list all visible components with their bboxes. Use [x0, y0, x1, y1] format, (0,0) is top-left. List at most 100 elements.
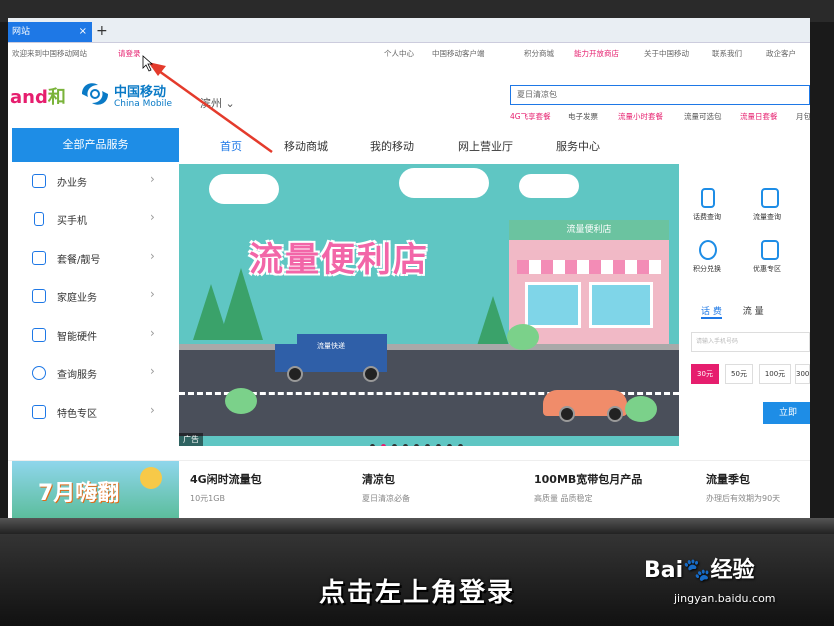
recharge-button[interactable]: 立即 — [763, 402, 810, 424]
store-window — [525, 282, 581, 328]
amount-option[interactable]: 50元 — [725, 364, 753, 384]
laptop-hinge — [0, 518, 834, 534]
sidebar-item[interactable]: 特色专区 › — [12, 395, 179, 433]
sidebar-item-label: 买手机 — [57, 216, 87, 227]
browser-tab-title: 网站 — [12, 27, 31, 37]
nav-mall[interactable]: 移动商城 — [284, 138, 328, 154]
top-utility-nav: 欢迎来到中国移动网站 请登录 个人中心 中国移动客户端 积分商城 能力开放商店 … — [8, 43, 810, 63]
city-selector[interactable]: 滨州 ⌄ — [200, 95, 235, 111]
promo-banner[interactable]: 流量便利店 流量便利店 流量快递 广告 — [179, 164, 679, 446]
nav-service-center[interactable]: 服务中心 — [556, 138, 600, 154]
login-link[interactable]: 请登录 — [118, 48, 141, 59]
points-mall-link[interactable]: 积分商城 — [524, 48, 554, 59]
logo-text-cn: 中国移动 — [114, 85, 167, 100]
product-title[interactable]: 流量季包 — [706, 471, 750, 487]
phone-number-input[interactable]: 请输入手机号码 — [691, 332, 810, 352]
cloud-decoration — [519, 174, 579, 198]
browser-screen: 网站 × + 欢迎来到中国移动网站 请登录 个人中心 中国移动客户端 积分商城 … — [8, 18, 810, 518]
sidebar-item-label: 查询服务 — [57, 370, 97, 381]
carousel-dot[interactable] — [425, 444, 430, 446]
product-subtitle: 高质量 品质稳定 — [534, 494, 593, 503]
all-products-button[interactable]: 全部产品服务 — [12, 128, 179, 162]
chevron-right-icon: › — [150, 287, 155, 301]
tab-bill[interactable]: 话 费 — [701, 307, 722, 319]
carousel-dot[interactable] — [381, 444, 386, 446]
browser-tab-bar: 网站 × + — [8, 18, 810, 43]
wheel — [287, 366, 303, 382]
quick-item-label[interactable]: 优惠专区 — [753, 264, 781, 274]
and-logo[interactable]: and和 — [10, 83, 66, 109]
carousel-dot[interactable] — [436, 444, 441, 446]
gov-link[interactable]: 政企客户 — [766, 48, 796, 59]
carousel-dot[interactable] — [458, 444, 463, 446]
sidebar-item[interactable]: 查询服务 › — [12, 356, 179, 394]
briefcase-icon — [32, 174, 46, 188]
baidu-watermark-url: jingyan.baidu.com — [674, 592, 776, 605]
nav-online-hall[interactable]: 网上营业厅 — [458, 138, 513, 154]
hot-link[interactable]: 电子发票 — [568, 111, 598, 122]
client-link[interactable]: 中国移动客户端 — [432, 48, 485, 59]
sidebar-item[interactable]: 买手机 › — [12, 202, 179, 240]
wheel — [559, 406, 575, 422]
hot-link[interactable]: 月包 — [796, 111, 810, 122]
about-link[interactable]: 关于中国移动 — [644, 48, 689, 59]
personal-center-link[interactable]: 个人中心 — [384, 48, 414, 59]
carousel-dot[interactable] — [414, 444, 419, 446]
hot-link[interactable]: 4G飞享套餐 — [510, 111, 551, 122]
bill-icon[interactable] — [701, 188, 715, 208]
open-store-link[interactable]: 能力开放商店 — [574, 48, 619, 59]
bush-decoration — [625, 396, 657, 422]
nav-my-mobile[interactable]: 我的移动 — [370, 138, 414, 154]
wheel — [607, 406, 623, 422]
sidebar-item[interactable]: 家庭业务 › — [12, 279, 179, 317]
chevron-right-icon: › — [150, 403, 155, 417]
nav-home[interactable]: 首页 — [220, 138, 242, 154]
gift-icon[interactable] — [761, 240, 779, 260]
tab-data[interactable]: 流 量 — [743, 307, 764, 317]
amount-option[interactable]: 300 — [795, 364, 810, 384]
quick-service-panel: 话费查询 流量查询 积分兑换 优惠专区 话 费 流 量 请输入手机号码 30元 … — [679, 164, 810, 446]
smart-device-icon — [32, 328, 46, 342]
chart-icon[interactable] — [761, 188, 779, 208]
sidebar-item[interactable]: 套餐/靓号 › — [12, 241, 179, 279]
baidu-watermark-logo: Bai🐾经验 — [644, 558, 755, 583]
store-window — [589, 282, 653, 328]
sidebar-item[interactable]: 办业务 › — [12, 164, 179, 202]
hot-link[interactable]: 流量日套餐 — [740, 111, 778, 122]
product-title[interactable]: 清凉包 — [362, 471, 395, 487]
amount-option[interactable]: 100元 — [759, 364, 791, 384]
recharge-tabs: 话 费 流 量 — [701, 304, 764, 319]
carousel-dots[interactable] — [367, 434, 466, 446]
new-tab-button[interactable]: + — [96, 22, 108, 40]
and-logo-text: and — [10, 87, 48, 108]
contact-link[interactable]: 联系我们 — [712, 48, 742, 59]
sim-card-icon — [32, 251, 46, 265]
close-icon[interactable]: × — [79, 22, 87, 42]
welcome-text: 欢迎来到中国移动网站 — [12, 49, 87, 58]
carousel-dot[interactable] — [403, 444, 408, 446]
quick-item-label[interactable]: 积分兑换 — [693, 264, 721, 274]
quick-item-label[interactable]: 话费查询 — [693, 212, 721, 222]
logo-text-en: China Mobile — [114, 99, 173, 109]
browser-tab[interactable]: 网站 × — [8, 22, 92, 42]
amount-option[interactable]: 30元 — [691, 364, 719, 384]
awning-decoration — [517, 260, 661, 274]
truck-label: 流量快递 — [317, 342, 345, 350]
chevron-right-icon: › — [150, 364, 155, 378]
carousel-dot[interactable] — [392, 444, 397, 446]
hot-link[interactable]: 流量可选包 — [684, 111, 722, 122]
product-title[interactable]: 4G闲时流量包 — [190, 471, 262, 487]
product-row: 7月嗨翻 4G闲时流量包 10元1GB 清凉包 夏日清凉必备 100MB宽带包月… — [8, 460, 810, 518]
carousel-dot[interactable] — [370, 444, 375, 446]
search-input[interactable]: 夏日清凉包 — [510, 85, 810, 105]
hot-link[interactable]: 流量小时套餐 — [618, 111, 663, 122]
carousel-dot[interactable] — [447, 444, 452, 446]
july-promo-image[interactable]: 7月嗨翻 — [12, 461, 179, 518]
product-title[interactable]: 100MB宽带包月产品 — [534, 471, 642, 487]
chevron-right-icon: › — [150, 249, 155, 263]
bush-decoration — [225, 388, 257, 414]
refresh-icon[interactable] — [699, 240, 717, 260]
sidebar-item-label: 智能硬件 — [57, 332, 97, 343]
sidebar-item[interactable]: 智能硬件 › — [12, 318, 179, 356]
quick-item-label[interactable]: 流量查询 — [753, 212, 781, 222]
